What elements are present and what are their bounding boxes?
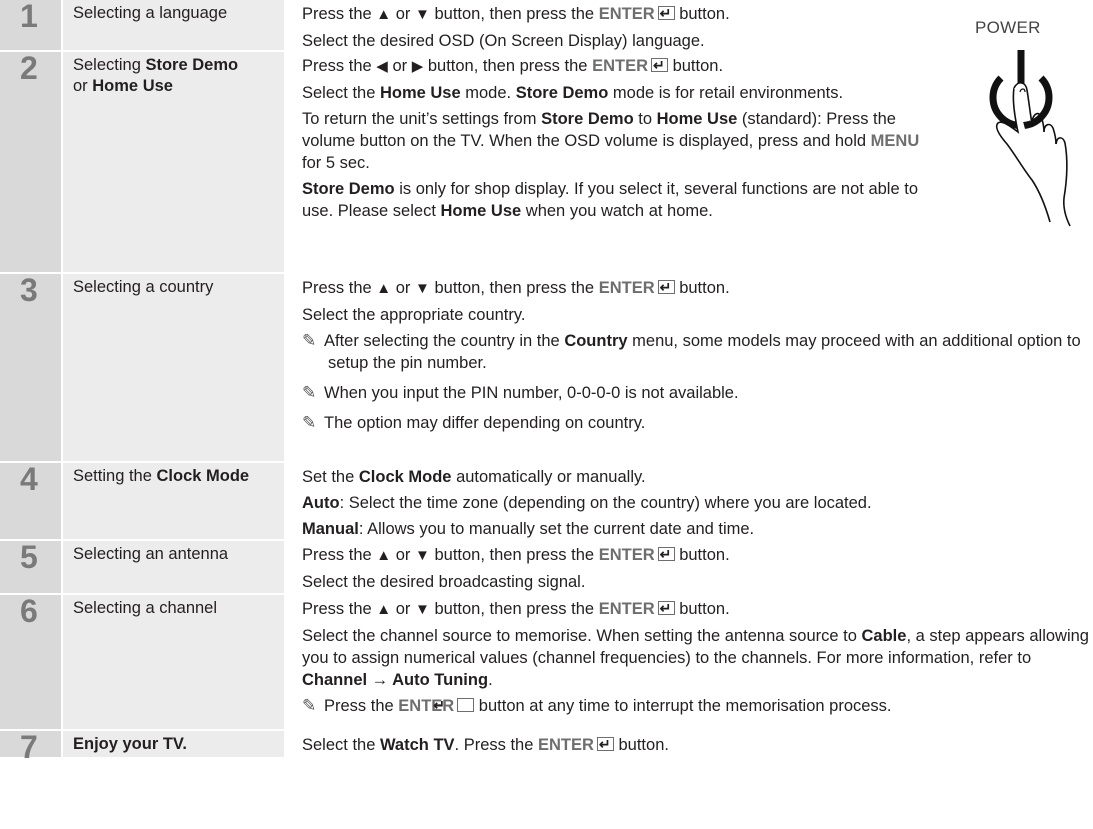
step-row: 7 Enjoy your TV. Select the Watch TV. Pr… [0,729,1093,765]
setup-steps-table: 1 Selecting a language Press the ▲ or ▼ … [0,0,1093,765]
down-arrow-icon: ▼ [415,547,430,564]
enter-icon [657,597,675,619]
right-arrow-icon: ▶ [411,58,424,75]
note: ✎Press the ENTER button at any time to i… [302,695,1093,717]
note-pencil-icon: ✎ [302,383,317,402]
step-description: Select the Watch TV. Press the ENTER but… [284,731,1093,757]
step-title: Selecting a channel [63,595,284,729]
up-arrow-icon: ▲ [376,547,392,564]
step-title: Selecting a country [63,274,284,461]
power-label: POWER [975,18,1041,37]
step-title: Selecting an antenna [63,541,284,593]
note: ✎ When you input the PIN number, 0-0-0-0 … [302,383,739,402]
step-description: Press the ▲ or ▼ button, then press the … [284,541,1093,593]
step-row: 3 Selecting a country Press the ▲ or ▼ b… [0,274,1093,463]
enter-icon [457,698,475,712]
power-illustration: POWER [974,14,1084,229]
step-number: 2 [20,50,38,86]
enter-icon [650,54,668,76]
step-number: 4 [20,461,38,497]
note-pencil-icon: ✎ [302,413,317,432]
step-row: 2 Selecting Store Demo or Home Use Press… [0,52,1093,274]
step-title: Enjoy your TV. [63,731,284,757]
enter-icon [657,2,675,24]
step-row: 1 Selecting a language Press the ▲ or ▼ … [0,0,1093,52]
down-arrow-icon: ▼ [415,280,430,297]
note-pencil-icon: ✎ [302,696,317,715]
step-description: Press the ▲ or ▼ button, then press the … [284,274,1093,461]
enter-icon [657,276,675,298]
step-number: 5 [20,539,38,575]
down-arrow-icon: ▼ [415,601,430,618]
up-arrow-icon: ▲ [376,6,392,23]
step-number: 6 [20,593,38,629]
step-title: Selecting a language [63,0,284,50]
step-number: 3 [20,272,38,308]
step-row: 4 Setting the Clock Mode Set the Clock M… [0,463,1093,541]
step-description: Press the ▲ or ▼ button, then press the … [284,0,1093,50]
step-number: 1 [20,0,38,34]
enter-icon [596,733,614,755]
step-description: Press the ▲ or ▼ button, then press the … [284,595,1093,729]
step-row: 6 Selecting a channel Press the ▲ or ▼ b… [0,595,1093,731]
left-arrow-icon: ◀ [376,58,388,75]
enter-icon [657,543,675,565]
step-row: 5 Selecting an antenna Press the ▲ or ▼ … [0,541,1093,595]
note: ✎ The option may differ depending on coun… [302,413,646,432]
step-number: 7 [20,729,38,765]
power-button-hand-icon [989,50,1071,227]
up-arrow-icon: ▲ [376,601,392,618]
step-title: Setting the Clock Mode [63,463,284,539]
step-title: Selecting Store Demo or Home Use [63,52,284,272]
note: ✎ After selecting the country in the Coun… [302,331,1081,372]
step-description: Press the ◀ or ▶ button, then press the … [284,52,1093,272]
step-description: Set the Clock Mode automatically or manu… [302,468,872,538]
up-arrow-icon: ▲ [376,280,392,297]
note-pencil-icon: ✎ [302,331,317,350]
down-arrow-icon: ▼ [415,6,430,23]
